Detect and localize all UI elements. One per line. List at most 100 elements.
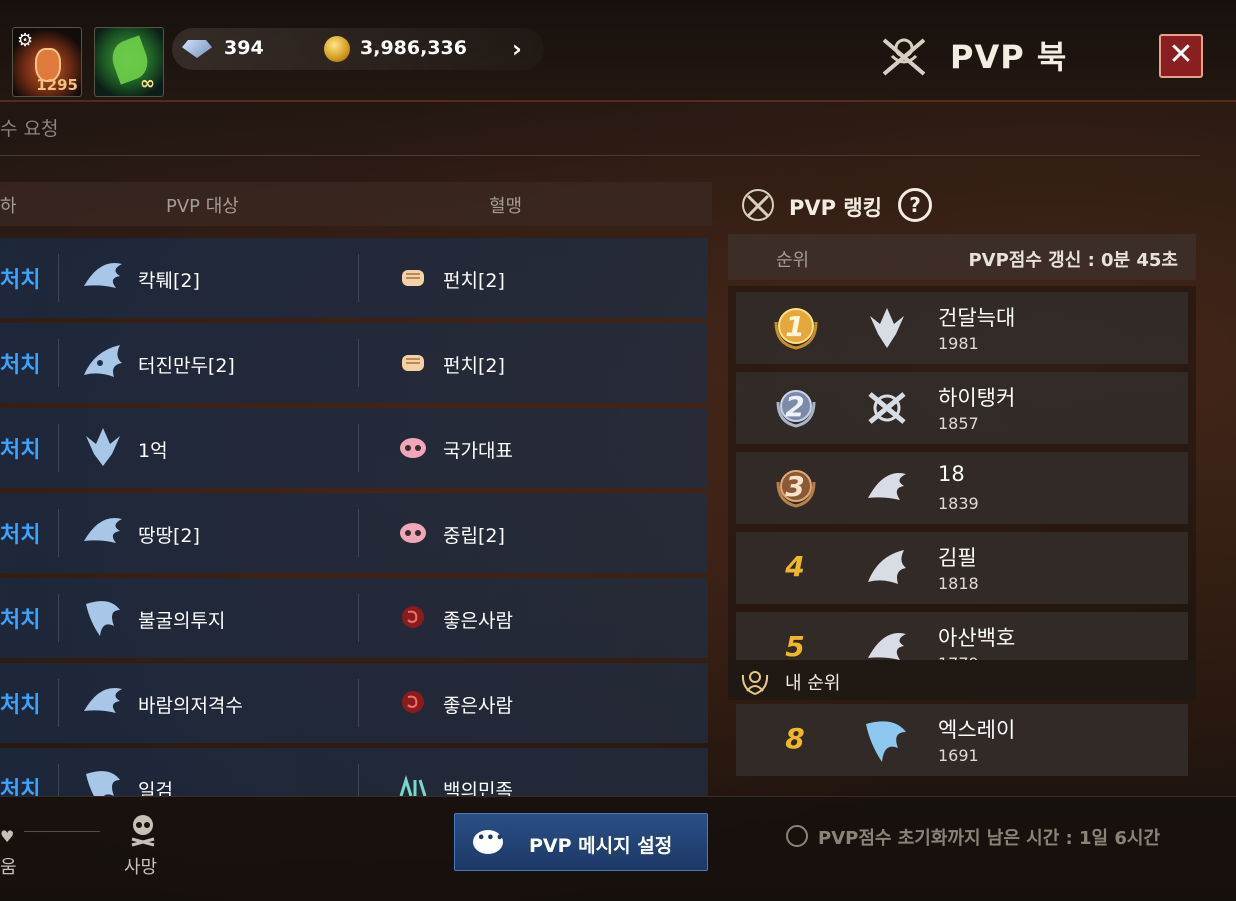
divider [358, 764, 359, 796]
infinity-badge: ∞ [140, 73, 155, 94]
ranking-row[interactable]: 2 하이탱커 1857 [736, 372, 1188, 444]
my-rank-row[interactable]: 8 엑스레이 1691 [736, 704, 1188, 776]
tab-request[interactable]: 수 요청 [0, 114, 58, 141]
refresh-timer: PVP점수 갱신 : 0분 45초 [968, 250, 1178, 271]
scorpion-icon [402, 691, 424, 713]
column-header-target: PVP 대상 [166, 196, 239, 217]
target-name: 터진만두[2] [138, 355, 235, 377]
target-name: 불굴의투지 [138, 610, 226, 632]
tab-left-label[interactable]: 움 [0, 853, 17, 879]
list-item[interactable]: 처치 1억 국가대표 [0, 408, 708, 488]
divider [358, 679, 359, 727]
list-header: 하 PVP 대상 혈맹 [0, 182, 712, 226]
skull-icon[interactable] [128, 813, 158, 847]
pvp-emblem-icon [882, 38, 926, 76]
player-score: 1818 [938, 574, 979, 593]
target-name: 땅땅[2] [138, 525, 200, 547]
gold-coin-icon [324, 36, 350, 62]
ranking-row[interactable]: 3 18 1839 [736, 452, 1188, 524]
rank-number: 2 [785, 390, 805, 423]
list-item[interactable]: 처치 땅땅[2] 중립[2] [0, 493, 708, 573]
action-label: 처치 [0, 778, 41, 796]
chevron-right-icon[interactable]: › [512, 35, 522, 63]
top-bar: ⚙ 1295 ∞ 394 3,986,336 › PVP 북 ✕ [0, 0, 1236, 102]
player-score: 1857 [938, 414, 979, 433]
divider [58, 424, 59, 472]
wing-icon [868, 633, 906, 660]
fist-icon [402, 270, 424, 286]
divider [358, 594, 359, 642]
action-label: 처치 [0, 693, 41, 718]
gear-icon[interactable]: ⚙ [17, 30, 33, 51]
player-score: 1839 [938, 494, 979, 513]
my-rank-title: 내 순위 [785, 673, 841, 694]
list-item[interactable]: 처치 터진만두[2] 펀치[2] [0, 323, 708, 403]
ranking-list[interactable]: 1 건달늑대 1981 2 하이탱커 1857 3 18 1839 4 김필 1… [728, 286, 1196, 660]
dragon-icon [868, 550, 906, 584]
divider [358, 254, 359, 302]
column-header-action: 하 [0, 196, 17, 217]
currency-bar[interactable]: 394 3,986,336 › [172, 28, 544, 70]
dragon-icon [84, 345, 122, 377]
panda-icon [400, 438, 426, 458]
divider [0, 155, 1200, 156]
list-item[interactable]: 처치 바람의저격수 좋은사람 [0, 663, 708, 743]
action-label: 처치 [0, 438, 41, 463]
list-item[interactable]: 처치 불굴의투지 좋은사람 [0, 578, 708, 658]
divider [58, 339, 59, 387]
gold-count: 3,986,336 [360, 37, 467, 59]
wing-icon [84, 517, 122, 543]
rank-number: 3 [785, 470, 805, 503]
scorpion-icon [402, 606, 424, 628]
guild-name: 좋은사람 [443, 695, 513, 717]
guild-name: 좋은사람 [443, 610, 513, 632]
rank-number: 4 [785, 550, 805, 583]
divider [358, 339, 359, 387]
player-name: 엑스레이 [938, 718, 1016, 742]
text-emblem-icon [399, 774, 427, 796]
column-header-rank: 순위 [776, 250, 810, 271]
crossed-swords-icon [742, 189, 774, 221]
list-item[interactable]: 처치 칵퉤[2] 펀치[2] [0, 238, 708, 318]
ranking-row[interactable]: 4 김필 1818 [736, 532, 1188, 604]
ranking-row[interactable]: 5 아산백호 1779 [736, 612, 1188, 660]
target-name: 일검 [138, 780, 173, 796]
rune-icon [868, 392, 906, 424]
button-label: PVP 메시지 설정 [529, 835, 673, 857]
leaf-slot[interactable]: ∞ [94, 27, 164, 97]
tab-death-label[interactable]: 사망 [124, 853, 157, 879]
rank-number: 8 [785, 722, 805, 755]
divider [58, 254, 59, 302]
action-label: 처치 [0, 608, 41, 633]
divider [358, 424, 359, 472]
pvp-target-list[interactable]: 처치 칵퉤[2] 펀치[2] 처치 터진만두[2] 펀치[2] 처치 1억 국가… [0, 238, 708, 796]
ranking-row[interactable]: 1 건달늑대 1981 [736, 292, 1188, 364]
diamond-icon [182, 40, 212, 58]
divider [358, 509, 359, 557]
target-name: 칵퉤[2] [138, 270, 200, 292]
list-item[interactable]: 처치 일검 백의민족 [0, 748, 708, 796]
player-score: 1981 [938, 334, 979, 353]
fist-icon [402, 355, 424, 371]
blade-icon [86, 601, 120, 636]
divider [58, 509, 59, 557]
potion-slot[interactable]: ⚙ 1295 [12, 27, 82, 97]
player-score: 1691 [938, 746, 979, 765]
divider [58, 594, 59, 642]
ranking-header: 순위 PVP점수 갱신 : 0분 45초 [728, 234, 1196, 280]
blade-icon [86, 771, 120, 796]
help-icon[interactable]: ? [898, 188, 932, 222]
page-title: PVP 북 [950, 38, 1068, 76]
bottom-bar: ♥ 움 사망 PVP 메시지 설정 PVP점수 초기화까지 남은 시간 : 1일… [0, 796, 1236, 901]
crystal-icon [870, 308, 904, 348]
wing-icon [868, 473, 906, 500]
guild-name: 펀치[2] [443, 355, 505, 377]
ranking-title: PVP 랭킹 [789, 196, 882, 220]
guild-name: 백의민족 [443, 780, 513, 796]
guild-name: 국가대표 [443, 440, 513, 462]
divider [58, 679, 59, 727]
pvp-message-settings-button[interactable]: PVP 메시지 설정 [454, 813, 708, 871]
potion-count: 1295 [36, 76, 78, 94]
close-button[interactable]: ✕ [1159, 34, 1203, 78]
target-name: 1억 [138, 440, 168, 462]
